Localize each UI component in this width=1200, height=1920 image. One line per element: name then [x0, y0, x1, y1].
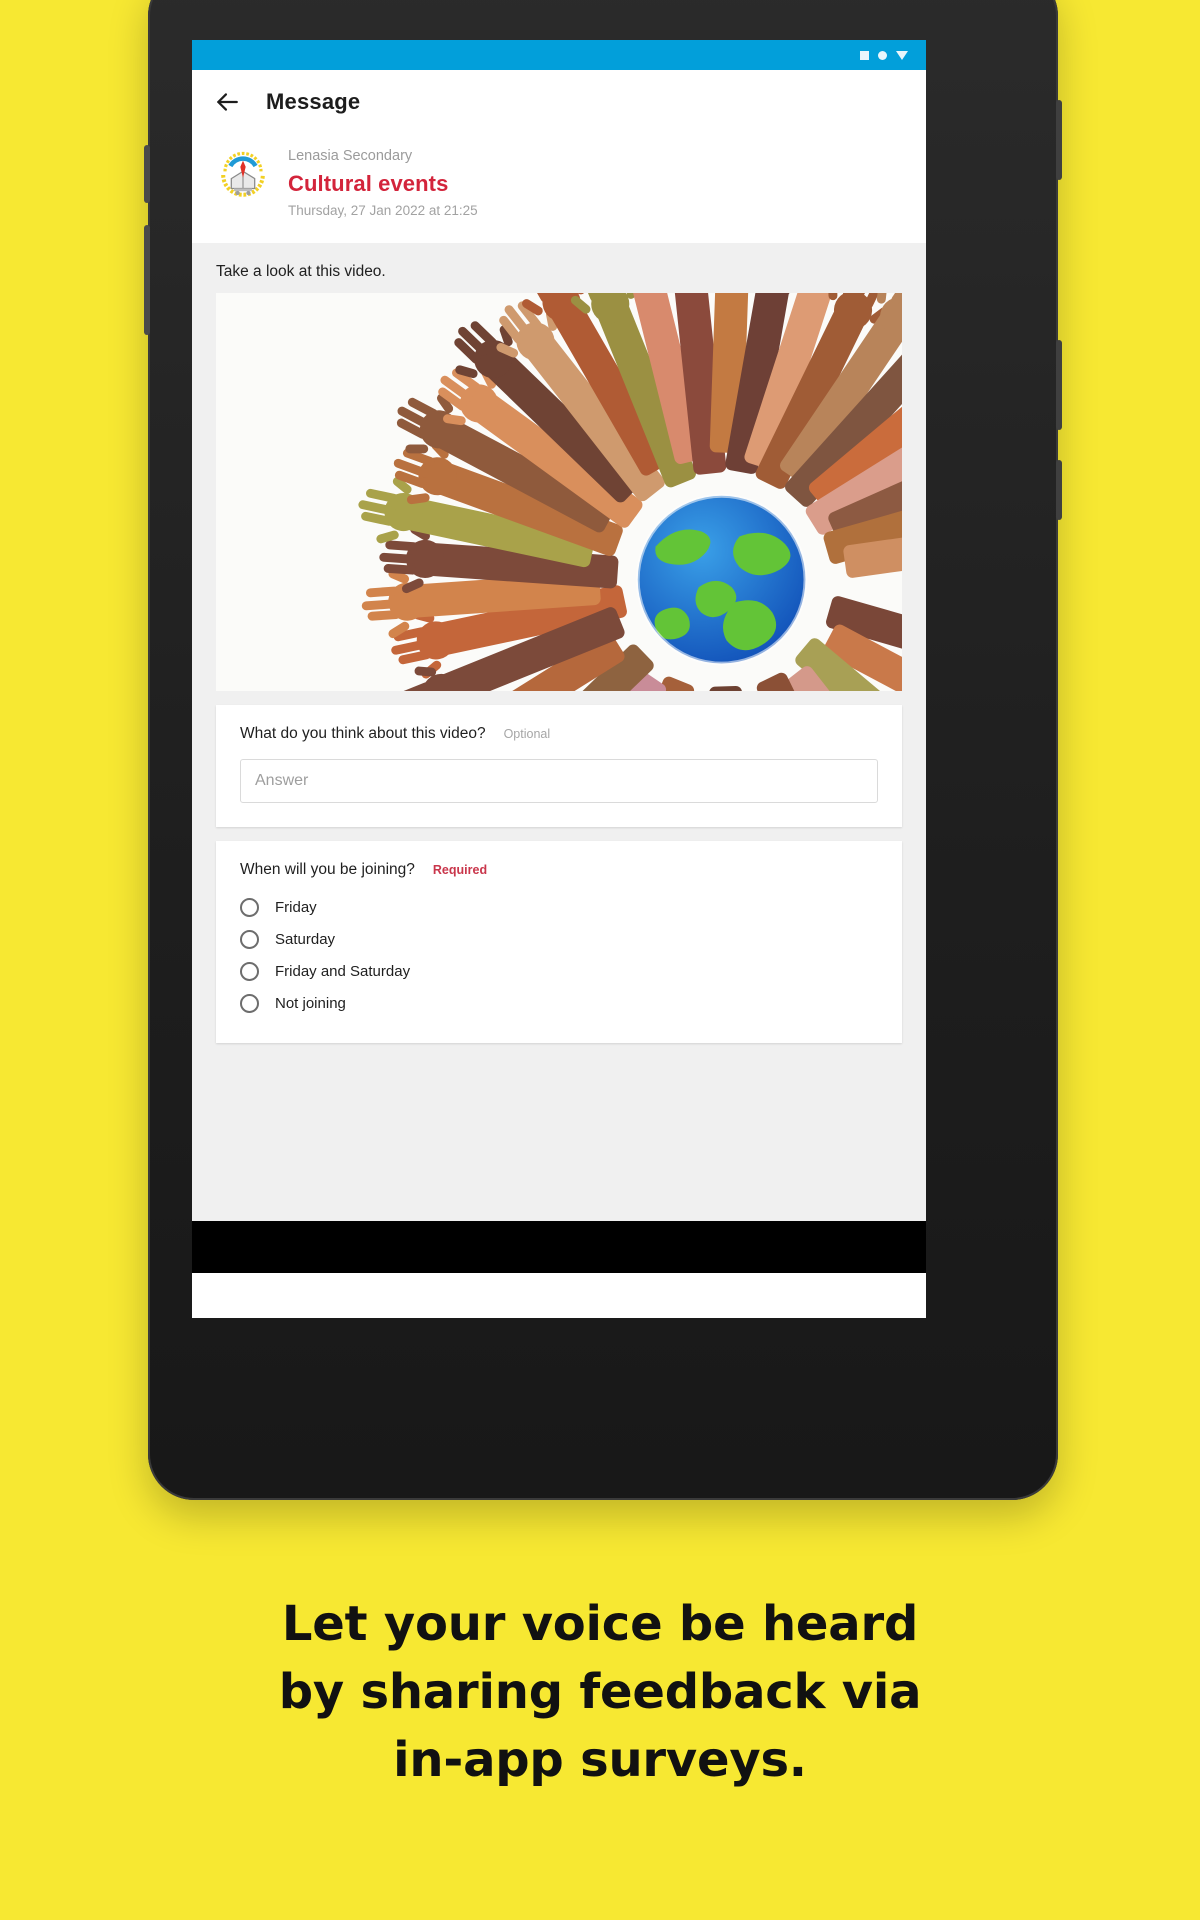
radio-option-list: Friday Saturday Friday and Saturday Not … [240, 891, 878, 1019]
caption-line-2: by sharing feedback via [278, 1664, 922, 1721]
radio-circle-icon[interactable] [240, 897, 259, 917]
sender-school-name: Lenasia Secondary [288, 148, 413, 164]
device-screen: Message Lenasia Secondary Cultural event… [192, 40, 926, 1318]
page-title: Message [266, 89, 361, 114]
radio-option-not-joining[interactable]: Not joining [240, 987, 878, 1019]
question-1-row: What do you think about this video? Opti… [240, 725, 878, 743]
optional-badge: Optional [503, 727, 551, 742]
volume-down-button[interactable] [144, 225, 150, 335]
radio-option-friday-and-saturday[interactable]: Friday and Saturday [240, 955, 878, 987]
system-navigation-bar [192, 1221, 926, 1274]
radio-option-label: Saturday [275, 930, 336, 948]
message-intro-text: Take a look at this video. [216, 263, 386, 281]
message-subject: Cultural events [288, 170, 449, 196]
question-2-row: When will you be joining? Required [240, 861, 878, 879]
radio-circle-icon[interactable] [240, 993, 259, 1013]
message-body: Take a look at this video. What do you t… [192, 243, 926, 1222]
volume-up-button[interactable] [144, 145, 150, 203]
answer-input[interactable] [240, 759, 878, 804]
question-2-text: When will you be joining? [240, 861, 415, 879]
app-bar: Message [192, 70, 926, 134]
store-listing-screenshot: Message Lenasia Secondary Cultural event… [0, 0, 1200, 1920]
message-timestamp: Thursday, 27 Jan 2022 at 21:25 [288, 202, 478, 218]
radio-option-label: Friday [275, 898, 317, 916]
side-port-lower [1056, 460, 1062, 520]
circle-icon [878, 50, 887, 60]
radio-option-label: Friday and Saturday [275, 962, 411, 980]
school-crest-logo [216, 148, 270, 202]
message-meta: Lenasia Secondary Cultural events Thursd… [288, 142, 478, 221]
square-icon [860, 50, 869, 60]
status-bar [192, 40, 926, 70]
survey-question-2-card: When will you be joining? Required Frida… [216, 841, 902, 1044]
side-port-upper [1056, 340, 1062, 430]
radio-circle-icon[interactable] [240, 929, 259, 949]
triangle-down-icon [896, 50, 908, 60]
back-arrow-icon[interactable] [214, 89, 240, 115]
required-badge: Required [432, 863, 488, 878]
survey-question-1-card: What do you think about this video? Opti… [216, 705, 902, 828]
promo-caption: Let your voice be heard by sharing feedb… [0, 1590, 1200, 1794]
message-header: Lenasia Secondary Cultural events Thursd… [192, 134, 926, 244]
tablet-device-frame: Message Lenasia Secondary Cultural event… [144, 0, 1062, 1500]
question-1-text: What do you think about this video? [240, 725, 486, 743]
power-button[interactable] [1056, 100, 1062, 180]
radio-option-friday[interactable]: Friday [240, 891, 878, 923]
caption-line-3: in-app surveys. [393, 1732, 807, 1789]
radio-option-saturday[interactable]: Saturday [240, 923, 878, 955]
radio-circle-icon[interactable] [240, 961, 259, 981]
caption-line-1: Let your voice be heard [281, 1596, 919, 1652]
hands-around-globe-image[interactable] [216, 293, 902, 692]
radio-option-label: Not joining [275, 994, 346, 1012]
